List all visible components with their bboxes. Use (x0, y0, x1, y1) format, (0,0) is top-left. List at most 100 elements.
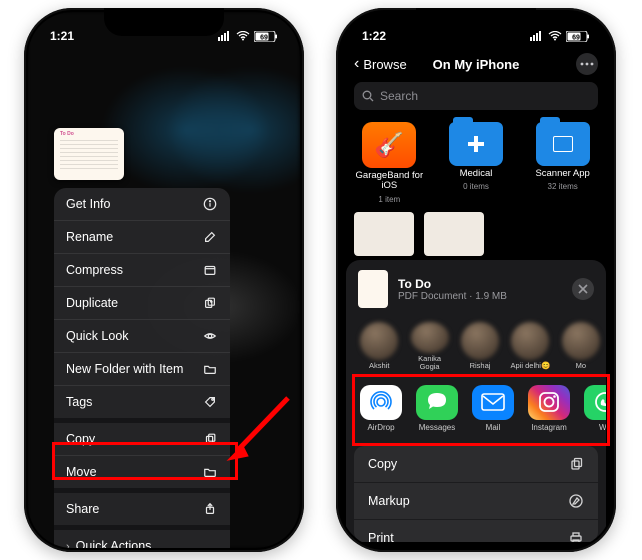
share-app-whatsapp[interactable]: Wh (582, 385, 606, 432)
menu-tags[interactable]: Tags (54, 385, 230, 418)
copy-icon (202, 431, 218, 447)
svg-text:69: 69 (572, 34, 580, 41)
menu-rename[interactable]: Rename (54, 220, 230, 253)
menu-label: Duplicate (66, 296, 118, 310)
folder-scanner[interactable]: Scanner App 32 items (528, 122, 598, 204)
messages-icon (416, 385, 458, 420)
folder-icon (202, 464, 218, 480)
menu-label: Move (66, 465, 97, 479)
menu-label: Copy (66, 432, 95, 446)
action-copy[interactable]: Copy (354, 446, 598, 482)
share-person[interactable]: Rishaj (459, 322, 501, 371)
search-field[interactable]: Search (354, 82, 598, 110)
context-menu: Get Info Rename Compress Duplicate Quick… (54, 188, 230, 548)
menu-new-folder[interactable]: New Folder with Item (54, 352, 230, 385)
menu-label: Rename (66, 230, 113, 244)
share-person[interactable]: Kanika Gogia (408, 322, 450, 371)
file-thumbnails (354, 212, 484, 256)
file-thumbnail[interactable] (424, 212, 484, 256)
menu-move[interactable]: Move (54, 455, 230, 488)
share-person[interactable]: Mo (560, 322, 602, 371)
folder-icon (536, 122, 590, 166)
file-thumbnail[interactable] (354, 212, 414, 256)
search-icon (362, 90, 374, 102)
menu-quick-actions[interactable]: ›Quick Actions (54, 525, 230, 548)
folder-medical[interactable]: Medical 0 items (441, 122, 511, 204)
share-person[interactable]: Apii delhi😊 (509, 322, 551, 371)
print-icon (568, 530, 584, 542)
menu-compress[interactable]: Compress (54, 253, 230, 286)
menu-label: Get Info (66, 197, 110, 211)
action-label: Print (368, 531, 394, 542)
status-time: 1:22 (362, 29, 386, 43)
action-print[interactable]: Print (354, 519, 598, 542)
page-title: On My iPhone (433, 57, 520, 72)
garageband-icon (362, 122, 416, 168)
file-preview-thumbnail[interactable] (54, 128, 124, 180)
avatar (461, 322, 499, 360)
share-title: To Do (398, 277, 562, 291)
status-indicators: 69 (218, 31, 278, 42)
duplicate-icon (202, 295, 218, 311)
search-placeholder: Search (380, 89, 418, 103)
folder-plus-icon (202, 361, 218, 377)
svg-text:69: 69 (260, 34, 268, 41)
phone-left: 1:21 69 Get Info Rename Compre (24, 8, 304, 552)
share-app-mail[interactable]: Mail (470, 385, 516, 432)
eye-icon (202, 328, 218, 344)
share-icon (202, 501, 218, 517)
menu-duplicate[interactable]: Duplicate (54, 286, 230, 319)
share-app-airdrop[interactable]: AirDrop (358, 385, 404, 432)
archive-icon (202, 262, 218, 278)
menu-copy[interactable]: Copy (54, 418, 230, 455)
chevron-left-icon: ‹ (354, 55, 359, 73)
action-markup[interactable]: Markup (354, 482, 598, 519)
menu-get-info[interactable]: Get Info (54, 188, 230, 220)
close-icon (578, 284, 588, 294)
back-button[interactable]: ‹ Browse (354, 55, 407, 73)
menu-label: ›Quick Actions (66, 539, 151, 548)
airdrop-icon (360, 385, 402, 420)
menu-label: Compress (66, 263, 123, 277)
instagram-icon (528, 385, 570, 420)
share-app-instagram[interactable]: Instagram (526, 385, 572, 432)
menu-label: Quick Look (66, 329, 129, 343)
menu-label: Tags (66, 395, 92, 409)
share-app-messages[interactable]: Messages (414, 385, 460, 432)
markup-icon (568, 493, 584, 509)
copy-icon (568, 456, 584, 472)
pencil-icon (202, 229, 218, 245)
tag-icon (202, 394, 218, 410)
close-button[interactable] (572, 278, 594, 300)
folder-grid: GarageBand for iOS 1 item Medical 0 item… (340, 122, 612, 204)
whatsapp-icon (584, 385, 606, 420)
folder-icon (449, 122, 503, 166)
avatar (511, 322, 549, 360)
back-label: Browse (363, 57, 406, 72)
menu-label: Share (66, 502, 99, 516)
status-time: 1:21 (50, 29, 74, 43)
status-indicators: 69 (530, 31, 590, 42)
document-icon (358, 270, 388, 308)
share-people-row[interactable]: Akshit Kanika Gogia Rishaj Apii delhi😊 M… (346, 318, 606, 379)
share-header: To Do PDF Document · 1.9 MB (346, 260, 606, 318)
share-actions: Copy Markup Print (354, 446, 598, 542)
avatar (562, 322, 600, 360)
share-sheet: To Do PDF Document · 1.9 MB Akshit Kanik… (346, 260, 606, 542)
avatar (411, 322, 449, 353)
action-label: Copy (368, 457, 397, 471)
menu-share[interactable]: Share (54, 488, 230, 525)
share-person[interactable]: Akshit (358, 322, 400, 371)
mail-icon (472, 385, 514, 420)
more-button[interactable] (576, 53, 598, 75)
share-apps-row[interactable]: AirDrop Messages Mail Instagram (346, 379, 606, 442)
share-subtitle: PDF Document · 1.9 MB (398, 291, 562, 302)
action-label: Markup (368, 494, 410, 508)
phone-right: 1:22 69 ‹ Browse On My iPhone (336, 8, 616, 552)
chevron-right-icon: › (66, 541, 70, 548)
menu-quick-look[interactable]: Quick Look (54, 319, 230, 352)
ellipsis-icon (580, 62, 594, 66)
avatar (360, 322, 398, 360)
folder-garageband[interactable]: GarageBand for iOS 1 item (354, 122, 424, 204)
menu-label: New Folder with Item (66, 362, 183, 376)
